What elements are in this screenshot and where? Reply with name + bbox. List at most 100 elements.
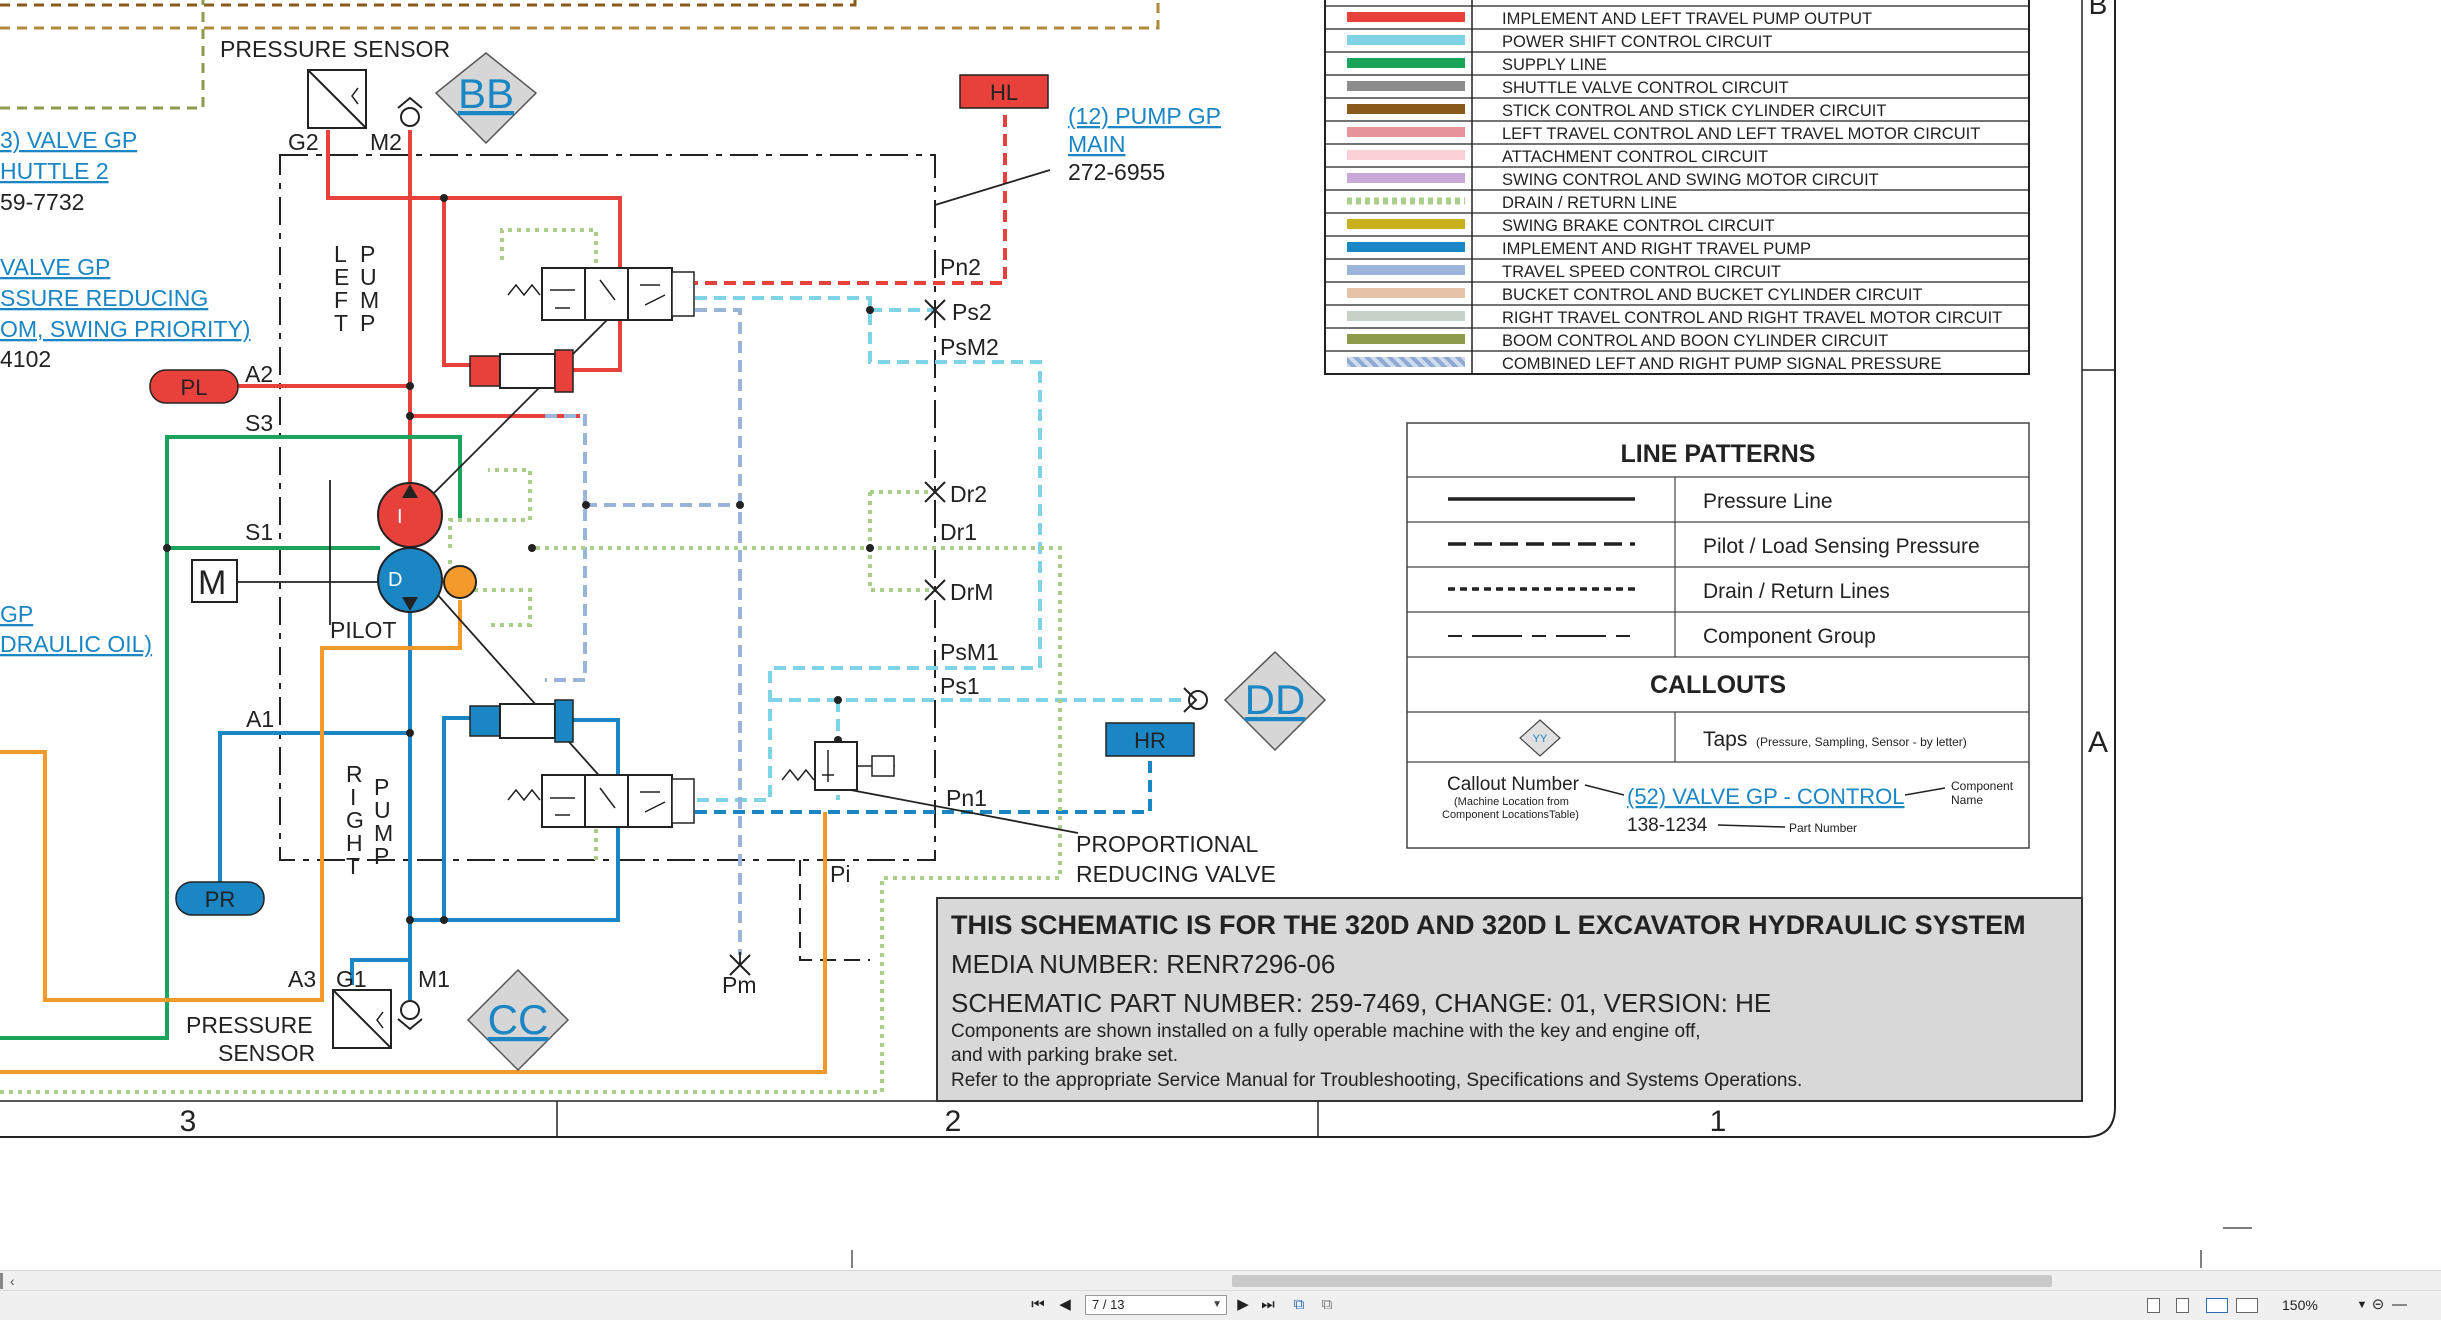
next-page-icon[interactable]: ▶ (1234, 1295, 1252, 1315)
svg-text:3) VALVE GP: 3) VALVE GP (0, 127, 137, 153)
legend-swatch (1347, 311, 1465, 321)
scrollbar-thumb[interactable] (1232, 1275, 2052, 1287)
proportional-reducing-valve (781, 741, 895, 791)
svg-text:A3: A3 (288, 966, 316, 992)
taps-sublabel: (Pressure, Sampling, Sensor - by letter) (1756, 735, 1967, 749)
legend-swatch (1347, 12, 1465, 22)
svg-text:Name: Name (1951, 793, 1983, 807)
legend-swatch (1347, 58, 1465, 68)
legend-label: DRAIN / RETURN LINE (1502, 194, 1677, 212)
connector-pr[interactable]: PR (175, 881, 265, 916)
legend-label: BUCKET CONTROL AND BUCKET CYLINDER CIRCU… (1502, 286, 1923, 304)
svg-text:D: D (388, 569, 402, 591)
engine-motor: M (191, 559, 238, 603)
zoom-out-icon[interactable]: ⊝ (2368, 1295, 2388, 1315)
test-port-dd (1183, 687, 1208, 713)
right-control-valve (507, 774, 695, 828)
pressure-sensor-top (307, 69, 367, 129)
svg-text:Ps1: Ps1 (940, 673, 980, 699)
red-circuit (230, 130, 622, 515)
zone-number-3: 3 (180, 1105, 197, 1138)
pilot-pump (443, 565, 477, 599)
svg-text:S3: S3 (245, 410, 273, 436)
pattern-pressure: Pressure Line (1703, 490, 1833, 513)
legend-swatch (1347, 288, 1465, 298)
svg-text:PILOT: PILOT (330, 617, 396, 643)
legend-label: ATTACHMENT CONTROL CIRCUIT (1502, 148, 1768, 166)
connector-hl[interactable]: HL (959, 74, 1049, 109)
junction-dots (163, 194, 874, 924)
svg-text:T: T (346, 853, 360, 879)
page-number-input[interactable]: 7 / 13 ▼ (1085, 1295, 1227, 1315)
line-patterns-title: LINE PATTERNS (1621, 440, 1816, 468)
svg-text:M: M (198, 564, 226, 602)
legend-swatch (1347, 150, 1465, 160)
last-page-icon[interactable]: ⏭ (1258, 1295, 1278, 1315)
svg-text:MAIN: MAIN (1068, 131, 1126, 157)
legend-label: POWER SHIFT CONTROL CIRCUIT (1502, 33, 1772, 51)
svg-text:G1: G1 (336, 966, 367, 992)
svg-text:SSURE REDUCING: SSURE REDUCING (0, 285, 208, 311)
test-port-m2 (397, 96, 423, 127)
chevron-down-icon[interactable]: ▼ (1212, 1296, 1222, 1314)
zone-letter-b: B (2089, 0, 2108, 20)
page-navigation-toolbar: ⏮ ◀ 7 / 13 ▼ ▶ ⏭ ⧉ ⧉ 150% ▼ ⊝ — (0, 1290, 2441, 1320)
connector-pl[interactable]: PL (149, 369, 239, 404)
zoom-slider[interactable]: — (2392, 1295, 2432, 1315)
two-page-continuous-icon[interactable] (2236, 1298, 2258, 1313)
svg-text:M2: M2 (370, 129, 402, 155)
legend-swatch (1347, 81, 1465, 91)
hydraulic-schematic: 3 2 1 B A I D M BB CC DD HL HR PL PR PRE… (0, 0, 2252, 1268)
svg-text:I: I (397, 506, 403, 528)
svg-text:REDUCING VALVE: REDUCING VALVE (1076, 861, 1276, 887)
left-pump: I (377, 482, 443, 548)
legend-label: STICK CONTROL AND STICK CYLINDER CIRCUIT (1502, 102, 1886, 120)
svg-text:DrM: DrM (950, 579, 993, 605)
left-actuator (469, 349, 574, 393)
legend-swatch (1347, 242, 1465, 252)
two-page-icon[interactable] (2206, 1298, 2228, 1313)
svg-text:PRESSURE SENSOR: PRESSURE SENSOR (220, 36, 450, 62)
svg-text:S1: S1 (245, 519, 273, 545)
legend-label: SWING CONTROL AND SWING MOTOR CIRCUIT (1502, 171, 1879, 189)
svg-text:DD: DD (1245, 676, 1306, 723)
continuous-view-icon[interactable]: ⧉ (1288, 1295, 1310, 1315)
document-viewport[interactable]: 3 2 1 B A I D M BB CC DD HL HR PL PR PRE… (0, 0, 2441, 1270)
svg-text:PROPORTIONAL: PROPORTIONAL (1076, 831, 1259, 857)
svg-text:P: P (360, 310, 375, 336)
tap-bb[interactable]: BB (434, 52, 538, 145)
scroll-left-arrow-icon[interactable]: ‹ (10, 1271, 15, 1291)
page-number-value: 7 / 13 (1092, 1297, 1125, 1312)
svg-text:VALVE GP: VALVE GP (0, 254, 110, 280)
svg-text:T: T (334, 310, 348, 336)
right-actuator (469, 699, 574, 743)
svg-text:Components are shown installed: Components are shown installed on a full… (951, 1021, 1701, 1042)
svg-text:Pi: Pi (830, 861, 850, 887)
svg-text:PR: PR (205, 887, 236, 912)
legend-label: IMPLEMENT AND RIGHT TRAVEL PUMP (1502, 240, 1811, 258)
tap-dd[interactable]: DD (1223, 650, 1327, 752)
svg-text:OM, SWING PRIORITY): OM, SWING PRIORITY) (0, 316, 250, 342)
single-continuous-icon[interactable] (2176, 1298, 2189, 1313)
callout-number-label: Callout Number (1447, 774, 1580, 795)
previous-page-icon[interactable]: ◀ (1056, 1295, 1074, 1315)
component-link-example[interactable]: (52) VALVE GP - CONTROL (1627, 784, 1905, 809)
tap-cc[interactable]: CC (466, 968, 570, 1072)
single-page-icon[interactable] (2147, 1298, 2160, 1313)
svg-text:Pn2: Pn2 (940, 254, 981, 280)
connector-hr[interactable]: HR (1105, 722, 1195, 757)
zoom-dropdown-icon[interactable]: ▼ (2355, 1295, 2369, 1315)
schematic-part-number: SCHEMATIC PART NUMBER: 259-7469, CHANGE:… (951, 988, 1771, 1018)
color-legend: IMPLEMENT AND LEFT TRAVEL PUMP OUTPUT POW… (1324, 0, 2030, 375)
horizontal-scrollbar[interactable]: ‹ (0, 1270, 2441, 1291)
pressure-sensor-bottom (332, 989, 392, 1049)
legend-label: SHUTTLE VALVE CONTROL CIRCUIT (1502, 79, 1789, 97)
svg-text:G2: G2 (288, 129, 319, 155)
zoom-level[interactable]: 150% (2282, 1295, 2318, 1315)
title-block-title: THIS SCHEMATIC IS FOR THE 320D AND 320D … (951, 910, 2026, 940)
first-page-icon[interactable]: ⏮ (1028, 1295, 1048, 1315)
zone-number-1: 1 (1710, 1105, 1727, 1138)
svg-text:BB: BB (458, 70, 514, 117)
page-view-icon[interactable]: ⧉ (1316, 1295, 1338, 1315)
svg-text:YY: YY (1533, 733, 1548, 745)
